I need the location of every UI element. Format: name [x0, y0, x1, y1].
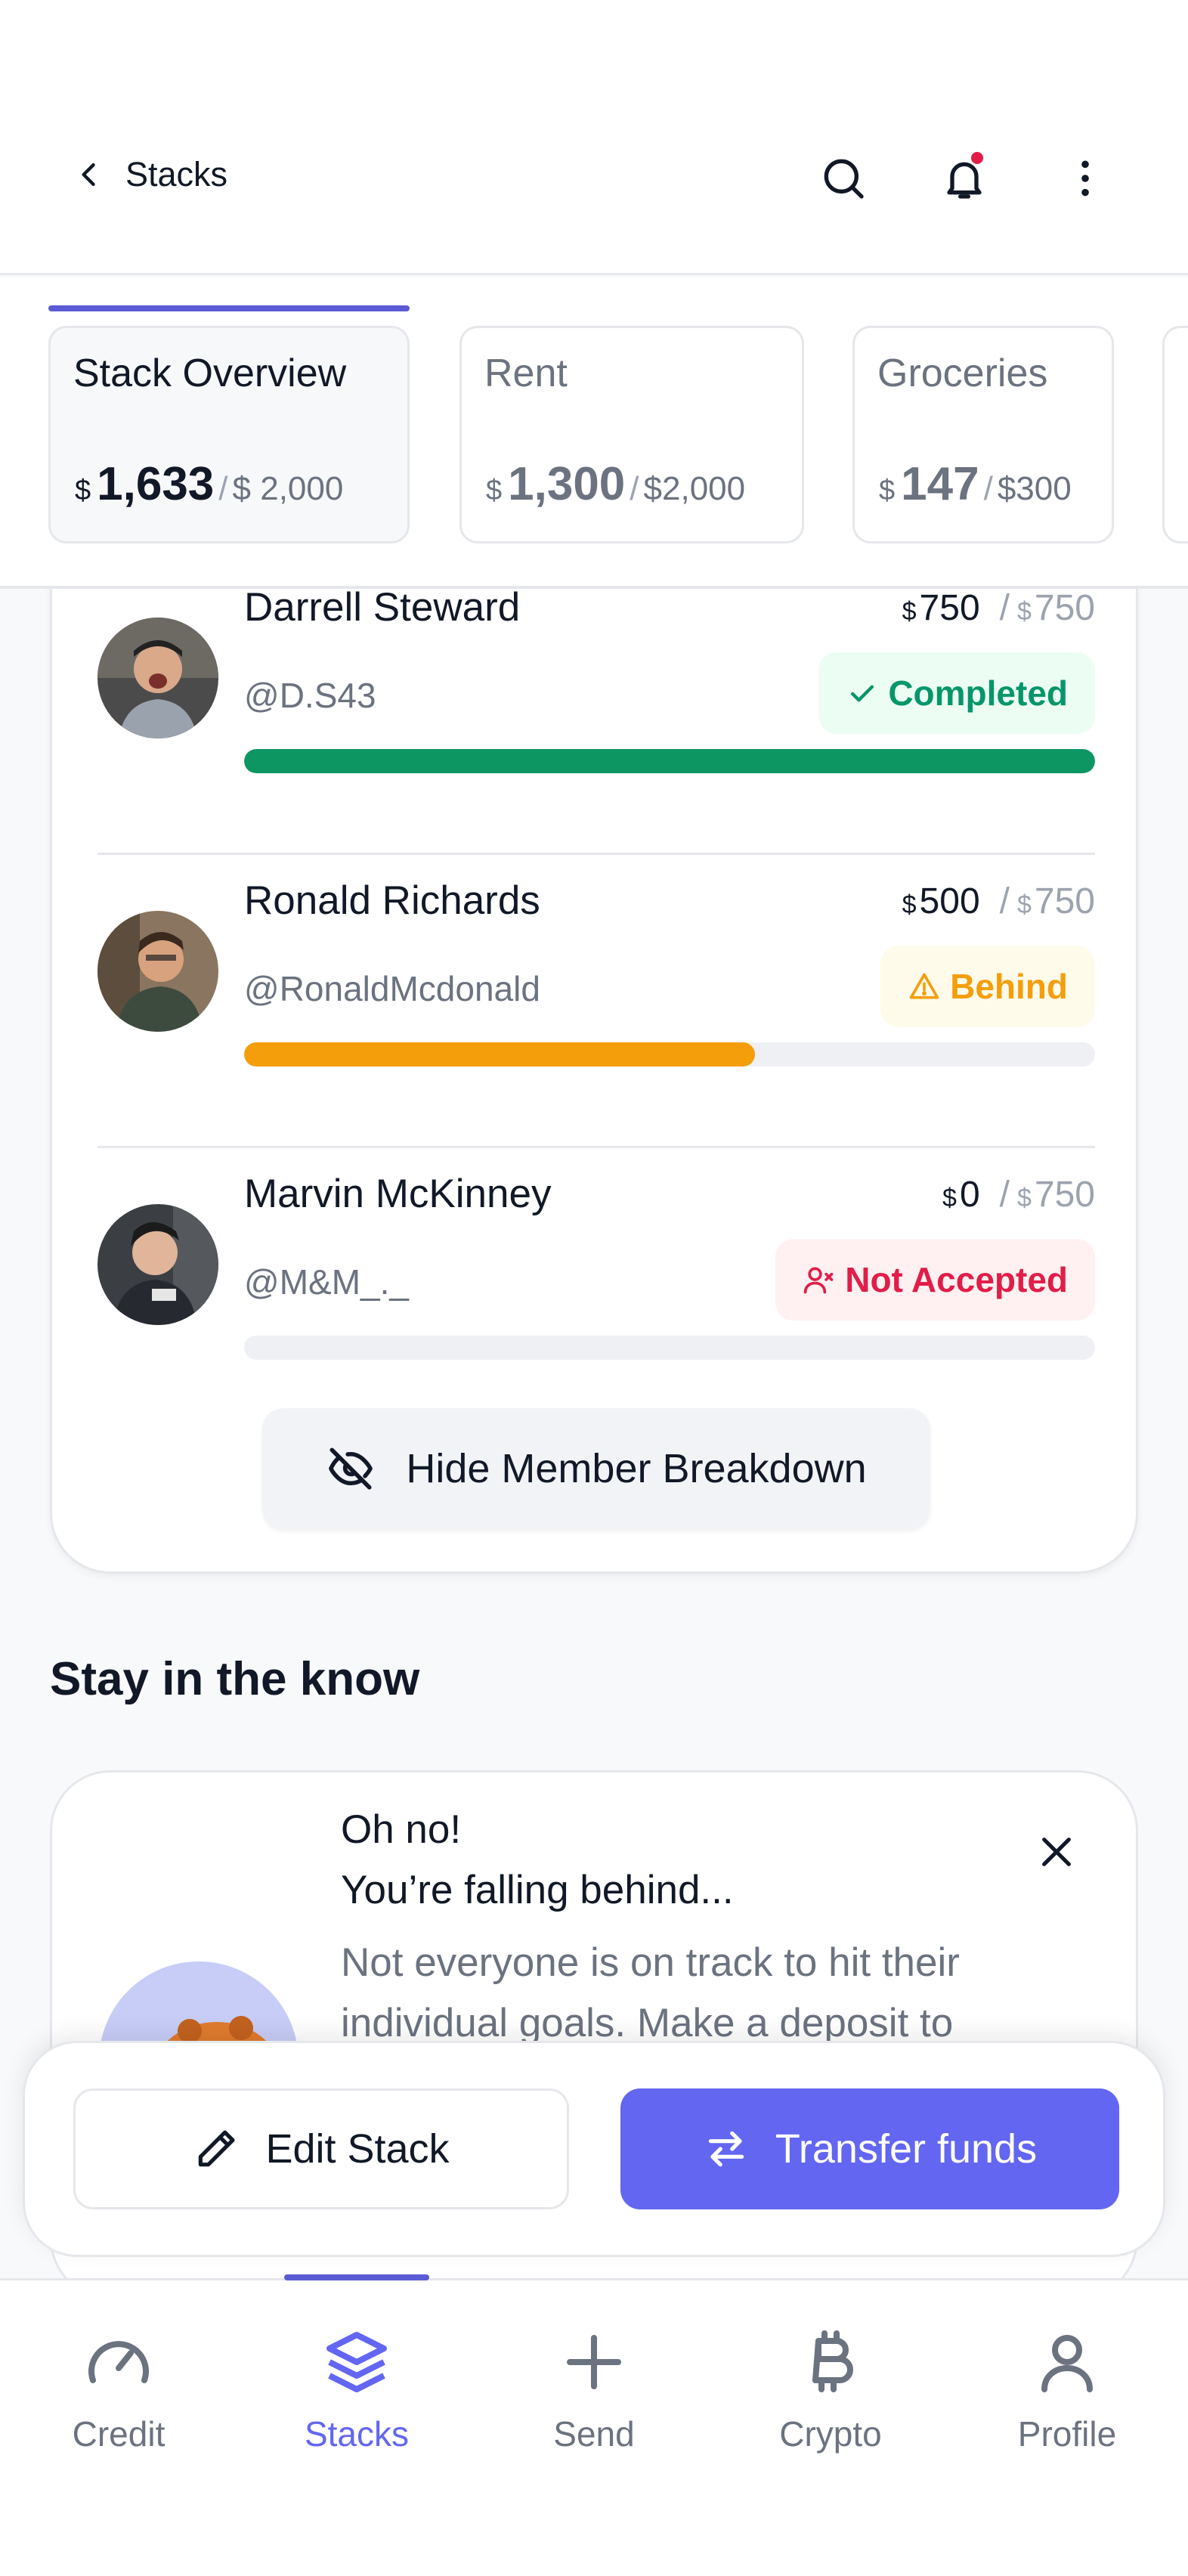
notice-body: Not everyone is on track to hit their in…	[341, 1940, 960, 2045]
member-name: Ronald Richards	[244, 878, 540, 923]
layers-icon	[326, 2332, 387, 2392]
eye-off-icon	[329, 1447, 373, 1490]
chevron-left-icon	[82, 163, 95, 187]
progress-bar	[244, 1336, 1095, 1360]
nav-credit[interactable]: Credit	[24, 2326, 213, 2477]
progress-bar	[244, 749, 1095, 773]
member-row[interactable]: Darrell Steward $750/$750 @D.S43 Complet…	[97, 562, 1095, 855]
more-vertical-icon	[1081, 160, 1089, 197]
edit-stack-button[interactable]: Edit Stack	[73, 2088, 569, 2209]
check-icon	[851, 685, 874, 702]
stack-action-bar: Edit Stack Transfer funds	[23, 2041, 1165, 2257]
member-name: Darrell Steward	[244, 585, 521, 630]
bottom-navigation: Credit Stacks Send Crypto Profile	[0, 2274, 1188, 2576]
progress-fill	[244, 1042, 755, 1067]
progress-bar	[244, 1042, 1095, 1067]
avatar	[97, 911, 218, 1032]
avatar	[97, 1204, 218, 1325]
tab-stack-overview[interactable]: Stack Overview $1,633/$ 2,000	[48, 326, 410, 543]
section-title: Stay in the know	[50, 1653, 420, 1705]
member-name: Marvin McKinney	[244, 1172, 552, 1216]
transfer-arrows-icon	[708, 2131, 744, 2167]
nav-stacks[interactable]: Stacks	[262, 2326, 451, 2477]
member-amount: $750/$750	[902, 588, 1095, 628]
close-notice-button[interactable]	[1030, 1825, 1083, 1878]
notifications-button[interactable]	[934, 148, 995, 209]
status-badge: Not Accepted	[775, 1239, 1095, 1321]
member-breakdown-card: Darrell Steward $750/$750 @D.S43 Complet…	[50, 529, 1138, 1574]
gauge-icon	[88, 2341, 149, 2383]
member-amount: $0/$750	[942, 1175, 1095, 1215]
stack-tabs-bar: Stack Overview $1,633/$ 2,000 Rent $1,30…	[0, 277, 1188, 589]
tab-next-partial[interactable]	[1162, 326, 1188, 543]
member-handle: @D.S43	[244, 676, 376, 715]
active-nav-indicator	[284, 2274, 429, 2280]
top-header: Stacks	[0, 0, 1188, 275]
tab-rent[interactable]: Rent $1,300/$2,000	[459, 326, 804, 543]
close-icon	[1042, 1838, 1071, 1866]
notice-title: Oh no! You’re falling behind...	[341, 1807, 734, 1912]
member-handle: @RonaldMcdonald	[244, 969, 540, 1008]
search-button[interactable]	[813, 148, 874, 209]
user-icon	[1041, 2335, 1093, 2392]
transfer-funds-button[interactable]: Transfer funds	[620, 2088, 1119, 2209]
back-label: Stacks	[125, 155, 228, 194]
active-tab-indicator	[48, 305, 410, 311]
status-badge: Behind	[880, 946, 1095, 1027]
plus-icon	[567, 2335, 621, 2389]
search-icon	[824, 159, 864, 199]
member-row[interactable]: Marvin McKinney $0/$750 @M&M_._ Not Acce…	[97, 1148, 1095, 1441]
back-button[interactable]: Stacks	[73, 148, 227, 201]
nav-profile[interactable]: Profile	[973, 2326, 1162, 2477]
nav-send[interactable]: Send	[500, 2326, 688, 2477]
notification-dot	[969, 150, 985, 166]
pencil-icon	[199, 2130, 235, 2167]
hide-member-breakdown-button[interactable]: Hide Member Breakdown	[262, 1408, 930, 1529]
status-badge: Completed	[818, 652, 1095, 734]
user-x-icon	[804, 1267, 834, 1294]
bitcoin-icon	[812, 2330, 853, 2392]
member-amount: $500/$750	[902, 881, 1095, 921]
tab-groceries[interactable]: Groceries $147/$300	[852, 326, 1114, 543]
nav-crypto[interactable]: Crypto	[736, 2326, 925, 2477]
avatar	[97, 618, 218, 738]
more-options-button[interactable]	[1055, 148, 1115, 209]
member-row[interactable]: Ronald Richards $500/$750 @RonaldMcdonal…	[97, 855, 1095, 1148]
warning-icon	[909, 973, 939, 999]
progress-fill	[244, 749, 1095, 773]
member-handle: @M&M_._	[244, 1262, 409, 1302]
